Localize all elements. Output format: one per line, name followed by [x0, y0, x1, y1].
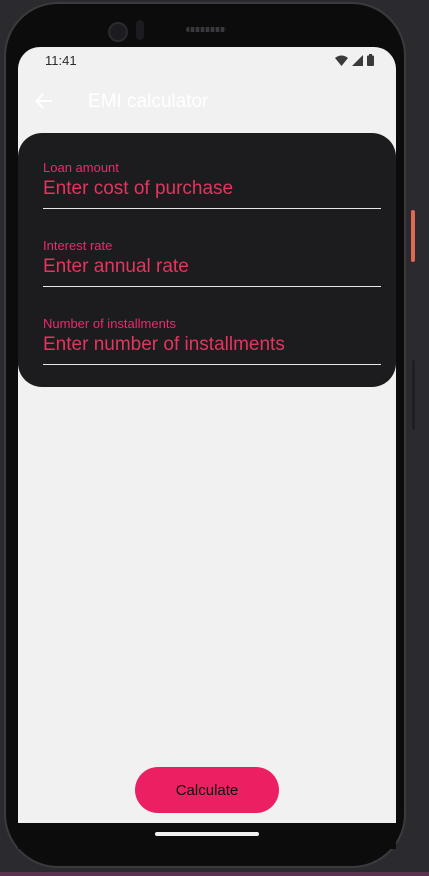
input-card: Loan amount Interest rate Number of inst… [18, 133, 396, 387]
status-time: 11:41 [45, 53, 77, 68]
interest-rate-label: Interest rate [43, 238, 113, 253]
signal-icon [352, 54, 363, 66]
back-button[interactable] [32, 89, 56, 113]
loan-amount-input[interactable] [43, 176, 381, 202]
interest-rate-field: Interest rate [43, 238, 381, 287]
app-bar: EMI calculator [18, 73, 396, 129]
loan-amount-field: Loan amount [43, 160, 381, 209]
earpiece-speaker [186, 27, 226, 32]
volume-button [412, 360, 415, 430]
status-icons [335, 54, 374, 66]
status-bar: 11:41 [18, 47, 396, 73]
interest-rate-input[interactable] [43, 254, 381, 280]
loan-amount-label: Loan amount [43, 160, 119, 175]
battery-icon [367, 54, 374, 66]
home-indicator[interactable] [155, 832, 259, 836]
sensor-icon [136, 20, 144, 40]
installments-label: Number of installments [43, 316, 176, 331]
arrow-back-icon [35, 93, 52, 109]
app-screen: 11:41 EMI calculator Loan amount Enter c… [18, 47, 396, 823]
page-title: EMI calculator [88, 91, 209, 112]
wifi-icon [335, 55, 348, 66]
calculate-button[interactable]: Calculate [135, 767, 279, 813]
power-button [411, 210, 415, 262]
window-edge [0, 872, 429, 876]
installments-field: Number of installments [43, 316, 381, 365]
installments-input[interactable] [43, 332, 381, 358]
navigation-bar [18, 823, 396, 849]
front-camera-icon [108, 22, 128, 42]
